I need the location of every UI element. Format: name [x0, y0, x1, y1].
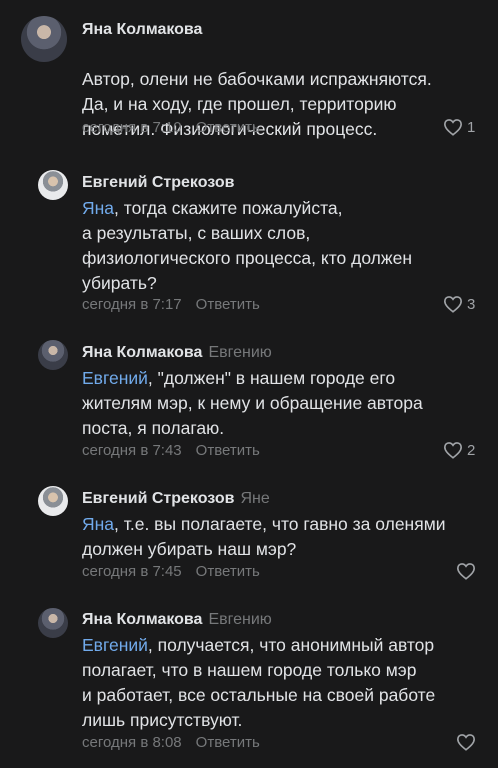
- comment-time: сегодня в 7:17: [82, 296, 182, 313]
- reply-button[interactable]: Ответить: [196, 563, 260, 580]
- comment-meta: сегодня в 7:45 Ответить: [82, 563, 260, 580]
- mention-link[interactable]: Яна: [82, 198, 114, 218]
- comment-time: сегодня в 7:43: [82, 442, 182, 459]
- avatar[interactable]: [38, 170, 68, 200]
- comment-meta: сегодня в 7:17 Ответить: [82, 296, 260, 313]
- like-button[interactable]: 1: [443, 118, 475, 136]
- reply-button[interactable]: Ответить: [196, 119, 260, 136]
- comment: Яна Колмакова Автор, олени не бабочками …: [0, 0, 498, 150]
- comment-text: Яна, тогда скажите пожалуйста, а результ…: [82, 198, 412, 293]
- reply-button[interactable]: Ответить: [196, 296, 260, 313]
- comment-time: сегодня в 7:45: [82, 563, 182, 580]
- heart-outline-icon: [443, 442, 463, 459]
- comment-author[interactable]: Евгений Стрекозов: [82, 174, 234, 192]
- reply-to-label[interactable]: Евгению: [208, 611, 271, 628]
- comment-text: Евгений, получается, что анонимный автор…: [82, 635, 436, 730]
- comment-meta: сегодня в 8:08 Ответить: [82, 734, 260, 751]
- comment-text: Яна, т.е. вы полагаете, что гавно за оле…: [82, 514, 446, 559]
- comment-meta: сегодня в 7:43 Ответить: [82, 442, 260, 459]
- comment-meta: сегодня в 7:10 Ответить: [82, 119, 260, 136]
- like-count: 1: [467, 118, 476, 136]
- mention-link[interactable]: Евгений: [82, 635, 148, 655]
- reply-to-label[interactable]: Евгению: [208, 344, 271, 361]
- like-count: 3: [467, 295, 476, 313]
- comment-author[interactable]: Яна Колмакова Евгению: [82, 344, 272, 362]
- reply-to-label[interactable]: Яне: [240, 490, 269, 507]
- avatar[interactable]: [38, 608, 68, 638]
- like-button[interactable]: [456, 733, 476, 751]
- comment-author[interactable]: Яна Колмакова Евгению: [82, 611, 272, 629]
- mention-link[interactable]: Евгений: [82, 368, 148, 388]
- comment-text: Евгений, "должен" в нашем городе его жит…: [82, 368, 423, 438]
- like-button[interactable]: 2: [443, 441, 475, 459]
- reply-button[interactable]: Ответить: [196, 734, 260, 751]
- avatar[interactable]: [21, 16, 67, 62]
- avatar[interactable]: [38, 486, 68, 516]
- comment-time: сегодня в 8:08: [82, 734, 182, 751]
- avatar[interactable]: [38, 340, 68, 370]
- reply-comment: Яна Колмакова Евгению Евгений, "должен" в…: [0, 330, 498, 480]
- like-button[interactable]: [456, 562, 476, 580]
- comment-time: сегодня в 7:10: [82, 119, 182, 136]
- mention-link[interactable]: Яна: [82, 514, 114, 534]
- heart-outline-icon: [456, 563, 476, 580]
- comment-author[interactable]: Яна Колмакова: [82, 21, 202, 39]
- heart-outline-icon: [443, 296, 463, 313]
- comment-author[interactable]: Евгений Стрекозов Яне: [82, 490, 270, 508]
- like-count: 2: [467, 441, 476, 459]
- reply-comment: Евгений Стрекозов Яне Яна, т.е. вы полага…: [0, 476, 498, 598]
- heart-outline-icon: [443, 119, 463, 136]
- reply-comment: Яна Колмакова Евгению Евгений, получается…: [0, 598, 498, 768]
- like-button[interactable]: 3: [443, 295, 475, 313]
- heart-outline-icon: [456, 734, 476, 751]
- reply-comment: Евгений Стрекозов Яна, тогда скажите пож…: [0, 160, 498, 330]
- reply-button[interactable]: Ответить: [196, 442, 260, 459]
